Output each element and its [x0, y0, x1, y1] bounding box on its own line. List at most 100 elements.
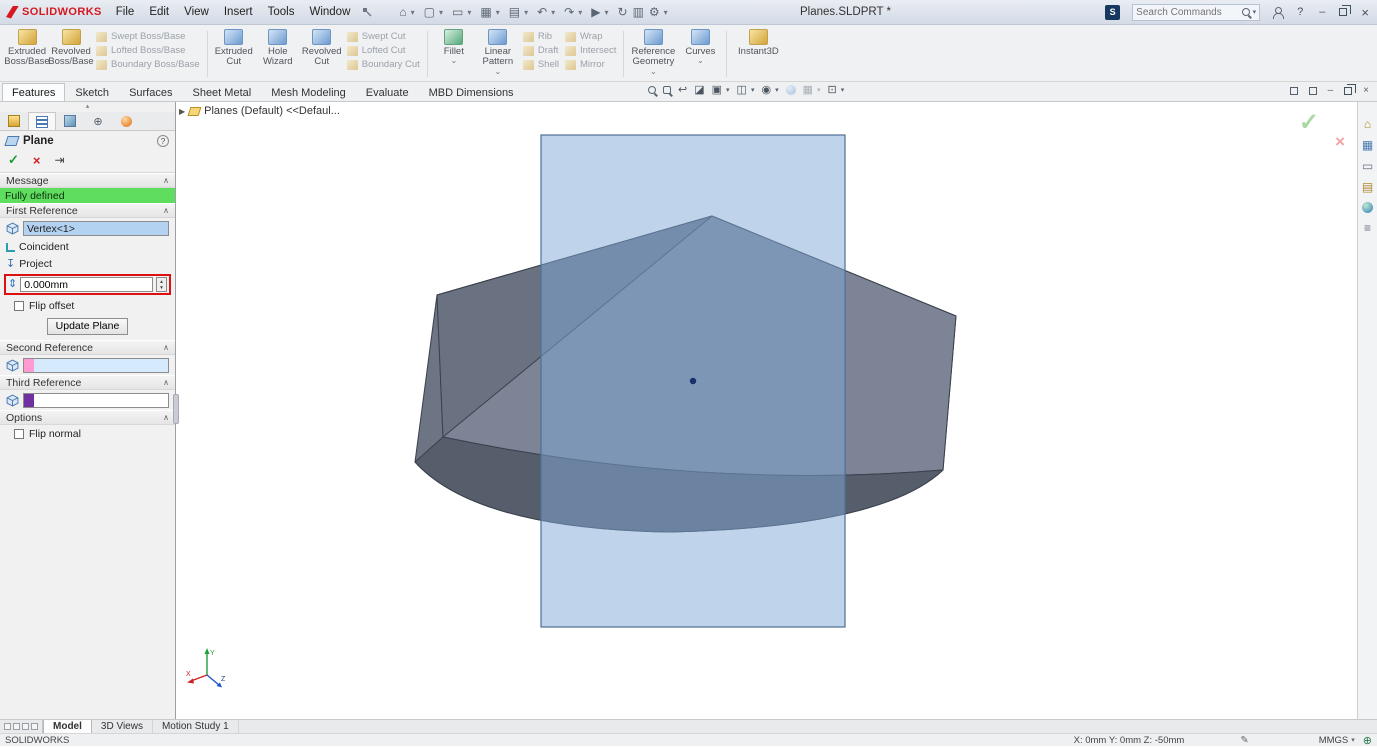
- mirror-button[interactable]: Mirror: [563, 59, 618, 70]
- confirmation-corner-ok-icon[interactable]: ✓: [1299, 108, 1319, 137]
- offset-distance-input[interactable]: [20, 277, 153, 292]
- collapse-chevron-icon[interactable]: ∧: [163, 206, 169, 215]
- hide-show-items-icon[interactable]: ◉: [761, 84, 771, 96]
- first-reference-selection-field[interactable]: Vertex<1>: [23, 221, 169, 236]
- coincident-constraint-row[interactable]: Coincident: [0, 238, 175, 255]
- menu-insert[interactable]: Insert: [224, 6, 253, 18]
- swept-boss-base-button[interactable]: Swept Boss/Base: [94, 31, 202, 42]
- tab-evaluate[interactable]: Evaluate: [356, 83, 419, 101]
- new-document-icon[interactable]: ▢: [423, 6, 436, 18]
- intersect-button[interactable]: Intersect: [563, 45, 618, 56]
- panel-scroll-up-icon[interactable]: ▴: [0, 102, 175, 112]
- tab-sketch[interactable]: Sketch: [65, 83, 119, 101]
- options-dropdown-icon[interactable]: ▾: [664, 8, 668, 17]
- curves-button[interactable]: Curves ⌄: [679, 27, 721, 64]
- home-icon[interactable]: ⌂: [398, 6, 407, 18]
- units-dropdown-icon[interactable]: ▾: [1351, 736, 1355, 744]
- revolved-boss-base-button[interactable]: RevolvedBoss/Base: [50, 27, 92, 68]
- feature-tree-breadcrumb[interactable]: ▶ Planes (Default) <<Defaul...: [179, 105, 340, 117]
- instant3d-button[interactable]: Instant3D: [732, 27, 784, 57]
- menu-view[interactable]: View: [184, 6, 209, 18]
- boundary-boss-base-button[interactable]: Boundary Boss/Base: [94, 59, 202, 70]
- apply-scene-icon[interactable]: ▦: [803, 84, 813, 96]
- propertymanager-tab[interactable]: [28, 112, 56, 130]
- rib-button[interactable]: Rib: [521, 31, 561, 42]
- view-palette-icon[interactable]: ▤: [1362, 181, 1373, 193]
- offset-spinner[interactable]: ▴ ▾: [156, 277, 167, 292]
- user-account-icon[interactable]: [1272, 7, 1283, 18]
- extruded-cut-button[interactable]: ExtrudedCut: [213, 27, 255, 68]
- solidworks-resources-icon[interactable]: ⌂: [1364, 118, 1371, 130]
- previous-view-icon[interactable]: ↩: [678, 84, 687, 96]
- wrap-button[interactable]: Wrap: [563, 31, 618, 42]
- tab-surfaces[interactable]: Surfaces: [119, 83, 182, 101]
- search-icon[interactable]: [1242, 8, 1250, 16]
- zoom-area-icon[interactable]: [663, 86, 671, 94]
- third-reference-selection-field[interactable]: [23, 393, 169, 408]
- design-library-icon[interactable]: ▦: [1362, 139, 1373, 151]
- redo-dropdown-icon[interactable]: ▾: [578, 8, 582, 17]
- tab-mesh-modeling[interactable]: Mesh Modeling: [261, 83, 356, 101]
- restore-button[interactable]: [1339, 8, 1347, 16]
- rebuild-icon[interactable]: ↻: [617, 6, 629, 18]
- lofted-cut-button[interactable]: Lofted Cut: [345, 45, 422, 56]
- open-dropdown-icon[interactable]: ▾: [467, 8, 471, 17]
- linear-pattern-button[interactable]: LinearPattern ⌄: [477, 27, 519, 75]
- open-icon[interactable]: ▭: [451, 6, 464, 18]
- edit-appearance-icon[interactable]: [786, 85, 796, 95]
- pane-split-icon[interactable]: [4, 723, 11, 730]
- collapse-chevron-icon[interactable]: ∧: [163, 378, 169, 387]
- select-icon[interactable]: ▶: [590, 6, 601, 18]
- update-plane-button[interactable]: Update Plane: [47, 318, 129, 335]
- collapse-chevron-icon[interactable]: ∧: [163, 343, 169, 352]
- menu-edit[interactable]: Edit: [149, 6, 169, 18]
- dimxpertmanager-tab[interactable]: ⊕: [84, 112, 112, 130]
- menu-window[interactable]: Window: [309, 6, 350, 18]
- hole-wizard-button[interactable]: HoleWizard: [257, 27, 299, 68]
- doc-restore-icon[interactable]: [1344, 87, 1352, 95]
- tab-3d-views[interactable]: 3D Views: [92, 720, 153, 733]
- search-input[interactable]: [1136, 7, 1238, 18]
- pane-split-icon[interactable]: [22, 723, 29, 730]
- view-settings-icon[interactable]: ⊡: [828, 84, 837, 96]
- options-gear-icon[interactable]: ⚙: [648, 6, 661, 18]
- section-view-icon[interactable]: ◪: [694, 84, 704, 96]
- pin-menu-icon[interactable]: [362, 7, 372, 17]
- third-reference-section-header[interactable]: Third Reference ∧: [0, 375, 175, 390]
- project-constraint-row[interactable]: ↧ Project: [0, 255, 175, 272]
- options-section-header[interactable]: Options ∧: [0, 410, 175, 425]
- fillet-flyout-icon[interactable]: ⌄: [450, 57, 457, 64]
- units-selector[interactable]: MMGS ▾: [1319, 735, 1355, 746]
- confirmation-corner-cancel-icon[interactable]: ×: [1335, 132, 1345, 152]
- help-icon[interactable]: ?: [1295, 6, 1305, 18]
- revolved-cut-button[interactable]: RevolvedCut: [301, 27, 343, 68]
- zoom-fit-icon[interactable]: [648, 86, 656, 94]
- shell-button[interactable]: Shell: [521, 59, 561, 70]
- help-icon[interactable]: ?: [157, 135, 169, 147]
- tab-sheet-metal[interactable]: Sheet Metal: [182, 83, 261, 101]
- save-icon[interactable]: ▦: [479, 6, 492, 18]
- cancel-button[interactable]: ×: [33, 153, 41, 168]
- home-dropdown-icon[interactable]: ▾: [411, 8, 415, 17]
- flip-normal-checkbox[interactable]: [14, 429, 24, 439]
- tab-mbd-dimensions[interactable]: MBD Dimensions: [419, 83, 524, 101]
- reference-geometry-flyout-icon[interactable]: ⌄: [650, 68, 657, 75]
- message-section-header[interactable]: Message ∧: [0, 173, 175, 188]
- featuremanager-tab[interactable]: [0, 112, 28, 130]
- tab-model[interactable]: Model: [43, 720, 92, 733]
- minimize-button[interactable]: –: [1317, 6, 1327, 18]
- curves-flyout-icon[interactable]: ⌄: [697, 57, 704, 64]
- doc-minimize-icon[interactable]: –: [1328, 85, 1334, 96]
- extruded-boss-base-button[interactable]: ExtrudedBoss/Base: [6, 27, 48, 68]
- view-settings-dropdown-icon[interactable]: ▾: [841, 86, 845, 94]
- view-orientation-icon[interactable]: ▣: [712, 84, 722, 96]
- search-dropdown-icon[interactable]: ▾: [1253, 8, 1257, 16]
- hide-show-dropdown-icon[interactable]: ▾: [775, 86, 779, 94]
- tab-motion-study-1[interactable]: Motion Study 1: [153, 720, 239, 733]
- print-dropdown-icon[interactable]: ▾: [524, 8, 528, 17]
- collapse-chevron-icon[interactable]: ∧: [163, 413, 169, 422]
- display-style-icon[interactable]: ◫: [737, 84, 747, 96]
- new-dropdown-icon[interactable]: ▾: [439, 8, 443, 17]
- panel-splitter-handle[interactable]: [173, 394, 179, 424]
- swept-cut-button[interactable]: Swept Cut: [345, 31, 422, 42]
